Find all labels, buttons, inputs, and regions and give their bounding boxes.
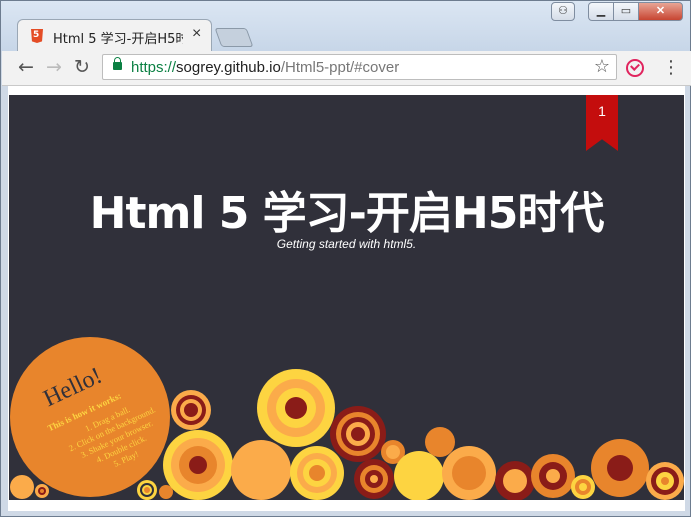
- page-viewport: Html 5 学习-开启H5时代 Getting started with ht…: [8, 86, 685, 511]
- close-window-button[interactable]: ✕: [638, 2, 683, 21]
- ball[interactable]: [591, 439, 649, 497]
- ball[interactable]: [35, 484, 49, 498]
- address-bar[interactable]: https://sogrey.github.io/Html5-ppt/#cove…: [102, 54, 617, 80]
- html5-favicon-icon: 5: [31, 29, 43, 43]
- ball[interactable]: [531, 454, 575, 498]
- ball[interactable]: [425, 427, 455, 457]
- ball[interactable]: [354, 459, 394, 499]
- reload-icon[interactable]: ↻: [74, 56, 90, 78]
- ball[interactable]: [442, 446, 496, 500]
- menu-icon[interactable]: ⋮: [662, 57, 680, 78]
- ball[interactable]: [571, 475, 595, 499]
- hello-ball[interactable]: Hello! This is how it works: 1. Drag a b…: [10, 337, 171, 497]
- browser-toolbar: ← → ↻ https://sogrey.github.io/Html5-ppt…: [2, 51, 691, 86]
- tab-close-icon[interactable]: ×: [192, 25, 201, 43]
- bookmark-star-icon[interactable]: ☆: [594, 56, 610, 77]
- back-arrow-icon[interactable]: ←: [18, 56, 34, 78]
- ball[interactable]: [137, 480, 157, 500]
- page-number: 1: [598, 103, 606, 119]
- balls-area: Hello! This is how it works: 1. Drag a b…: [10, 337, 684, 500]
- lock-icon: [113, 57, 122, 70]
- ball[interactable]: [394, 451, 444, 500]
- browser-tab[interactable]: 5 Html 5 学习-开启H5时代 ×: [17, 19, 212, 52]
- url-path: /Html5-ppt/#cover: [280, 59, 400, 76]
- ball[interactable]: [163, 430, 233, 500]
- ball[interactable]: [330, 406, 386, 462]
- ball[interactable]: [257, 369, 335, 447]
- title-bar: 5 Html 5 学习-开启H5时代 × ⚇ ▁ ▭ ✕: [1, 1, 690, 52]
- ball[interactable]: [290, 446, 344, 500]
- extension-icon[interactable]: [626, 59, 644, 77]
- browser-window: 5 Html 5 学习-开启H5时代 × ⚇ ▁ ▭ ✕ ← → ↻ https…: [0, 0, 691, 517]
- ball[interactable]: [10, 475, 34, 499]
- forward-arrow-icon[interactable]: →: [46, 56, 62, 78]
- url-scheme: https://: [131, 59, 177, 76]
- ball[interactable]: [231, 440, 291, 500]
- minimize-button[interactable]: ▁: [588, 2, 614, 21]
- ball[interactable]: [646, 462, 684, 500]
- url-host: sogrey.github.io: [176, 59, 281, 76]
- ball[interactable]: [495, 461, 535, 500]
- url-text[interactable]: https://sogrey.github.io/Html5-ppt/#cove…: [131, 59, 399, 76]
- tab-title: Html 5 学习-开启H5时代: [53, 32, 183, 47]
- new-tab-button[interactable]: [214, 28, 254, 47]
- cover-slide[interactable]: Html 5 学习-开启H5时代 Getting started with ht…: [9, 95, 684, 500]
- maximize-button[interactable]: ▭: [613, 2, 639, 21]
- user-profile-button[interactable]: ⚇: [551, 2, 575, 21]
- ball[interactable]: [171, 390, 211, 430]
